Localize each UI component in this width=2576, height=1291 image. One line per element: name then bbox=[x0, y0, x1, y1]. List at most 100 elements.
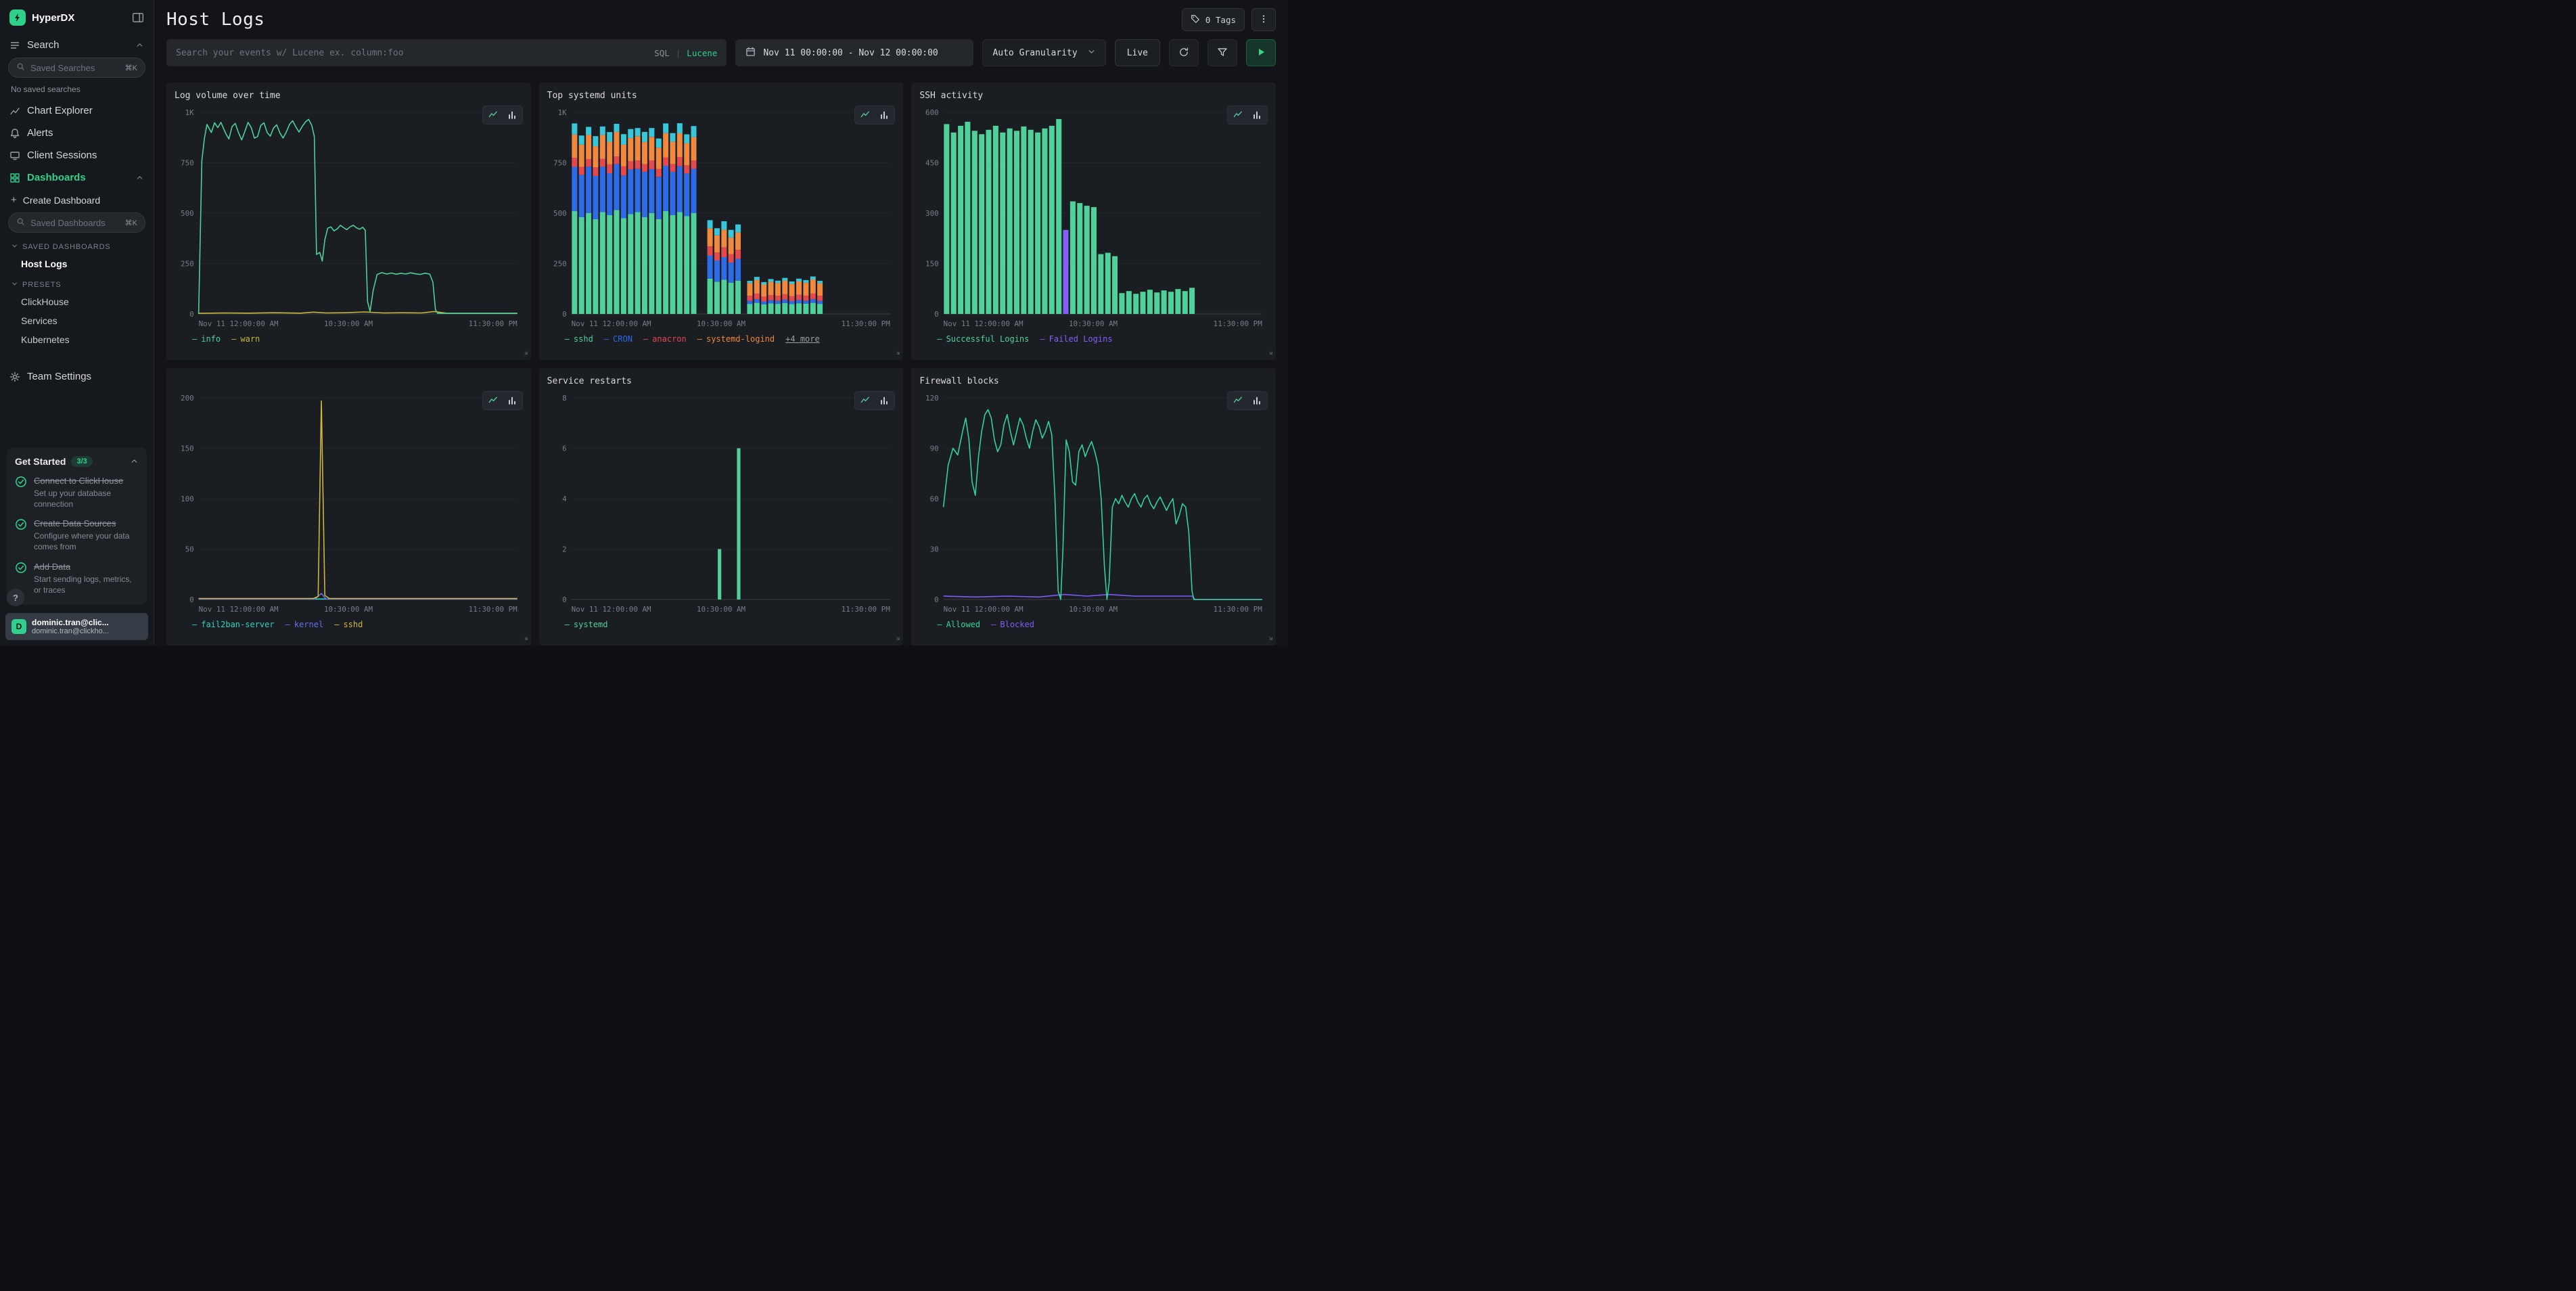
plus-icon: + bbox=[11, 194, 17, 206]
tags-button[interactable]: 0 Tags bbox=[1182, 8, 1245, 31]
svg-text:Nov 11 12:00:00 AM: Nov 11 12:00:00 AM bbox=[199, 605, 279, 614]
preset-kubernetes[interactable]: Kubernetes bbox=[0, 330, 154, 349]
check-circle-icon bbox=[15, 518, 27, 530]
get-started-item-desc: Configure where your data comes from bbox=[34, 530, 139, 552]
saved-dashboards-section-header[interactable]: SAVED DASHBOARDS bbox=[0, 235, 154, 254]
resize-handle-icon[interactable] bbox=[521, 346, 528, 359]
line-chart-icon[interactable] bbox=[1229, 393, 1247, 408]
chart-type-toggle[interactable] bbox=[854, 391, 895, 410]
svg-text:11:30:00 PM: 11:30:00 PM bbox=[469, 605, 518, 614]
sidebar-item-alerts[interactable]: Alerts bbox=[0, 122, 154, 144]
svg-text:10:30:00 AM: 10:30:00 AM bbox=[1069, 605, 1118, 614]
legend-more-link[interactable]: +4 more bbox=[785, 334, 820, 344]
chart-type-toggle[interactable] bbox=[854, 106, 895, 124]
get-started-item[interactable]: Add DataStart sending logs, metrics, or … bbox=[15, 562, 139, 595]
presets-section-header[interactable]: PRESETS bbox=[0, 273, 154, 292]
get-started-item[interactable]: Create Data SourcesConfigure where your … bbox=[15, 518, 139, 552]
bar-chart-icon[interactable] bbox=[1248, 108, 1266, 122]
granularity-select[interactable]: Auto Granularity bbox=[982, 39, 1105, 66]
svg-text:120: 120 bbox=[925, 394, 939, 403]
svg-text:10:30:00 AM: 10:30:00 AM bbox=[324, 605, 373, 614]
preset-services[interactable]: Services bbox=[0, 311, 154, 330]
user-account-button[interactable]: D dominic.tran@clic... dominic.tran@clic… bbox=[5, 613, 148, 640]
resize-handle-icon[interactable] bbox=[893, 632, 900, 644]
date-range-button[interactable]: Nov 11 00:00:00 - Nov 12 00:00:00 bbox=[735, 39, 973, 66]
logo-text: HyperDX bbox=[32, 12, 126, 24]
get-started-card: Get Started 3/3 Connect to ClickHouseSet… bbox=[7, 448, 147, 605]
chart-title: Top systemd units bbox=[547, 91, 896, 101]
chart-title: Service restarts bbox=[547, 376, 896, 387]
line-chart-icon[interactable] bbox=[1229, 108, 1247, 122]
bar-chart-icon[interactable] bbox=[1248, 393, 1266, 408]
presets-list: ClickHouseServicesKubernetes bbox=[0, 292, 154, 349]
sidebar-item-chart-explorer[interactable]: Chart Explorer bbox=[0, 99, 154, 122]
chart-legend: —fail2ban-server—kernel—sshd bbox=[175, 620, 523, 629]
avatar: D bbox=[12, 619, 26, 634]
refresh-button[interactable] bbox=[1169, 39, 1199, 66]
legend-item: —sshd bbox=[565, 334, 593, 344]
svg-text:11:30:00 PM: 11:30:00 PM bbox=[841, 605, 890, 614]
chart-type-toggle[interactable] bbox=[1227, 106, 1268, 124]
search-icon bbox=[16, 62, 25, 73]
svg-text:600: 600 bbox=[925, 108, 939, 117]
chart-title: Firewall blocks bbox=[919, 376, 1268, 387]
help-button[interactable]: ? bbox=[7, 589, 24, 606]
get-started-item-title: Add Data bbox=[34, 562, 139, 572]
bar-chart-icon[interactable] bbox=[503, 393, 521, 408]
sidebar-item-dashboards[interactable]: Dashboards bbox=[0, 166, 154, 189]
sidebar-item-label: Dashboards bbox=[27, 172, 86, 183]
svg-text:6: 6 bbox=[562, 444, 567, 453]
sidebar-item-search[interactable]: Search bbox=[0, 34, 154, 56]
sidebar-item-client-sessions[interactable]: Client Sessions bbox=[0, 144, 154, 166]
line-chart-icon[interactable] bbox=[484, 393, 502, 408]
svg-text:0: 0 bbox=[934, 310, 939, 319]
legend-item: —Blocked bbox=[991, 620, 1034, 629]
sql-toggle[interactable]: SQL bbox=[654, 48, 670, 58]
get-started-item[interactable]: Connect to ClickHouseSet up your databas… bbox=[15, 476, 139, 509]
get-started-item-text: Connect to ClickHouseSet up your databas… bbox=[34, 476, 139, 509]
get-started-item-text: Add DataStart sending logs, metrics, or … bbox=[34, 562, 139, 595]
resize-handle-icon[interactable] bbox=[1266, 632, 1273, 644]
bar-chart-icon[interactable] bbox=[503, 108, 521, 122]
create-dashboard-button[interactable]: + Create Dashboard bbox=[0, 189, 154, 211]
line-chart-icon[interactable] bbox=[856, 393, 874, 408]
bar-chart-icon[interactable] bbox=[875, 393, 893, 408]
line-chart-icon[interactable] bbox=[856, 108, 874, 122]
run-query-button[interactable] bbox=[1246, 39, 1276, 66]
grid-icon bbox=[9, 173, 20, 183]
saved-searches-input[interactable]: Saved Searches ⌘K bbox=[8, 58, 145, 78]
get-started-header[interactable]: Get Started 3/3 bbox=[15, 456, 139, 467]
chart-legend: —info—warn bbox=[175, 334, 523, 344]
line-chart-icon[interactable] bbox=[484, 108, 502, 122]
svg-text:0: 0 bbox=[562, 595, 567, 604]
bar-chart-icon[interactable] bbox=[875, 108, 893, 122]
chart-type-toggle[interactable] bbox=[482, 391, 523, 410]
no-saved-searches-text: No saved searches bbox=[0, 81, 154, 99]
resize-handle-icon[interactable] bbox=[1266, 346, 1273, 359]
check-circle-icon bbox=[15, 476, 27, 488]
chart-legend: —Successful Logins—Failed Logins bbox=[919, 334, 1268, 344]
get-started-title: Get Started bbox=[15, 456, 66, 467]
lucene-toggle[interactable]: Lucene bbox=[687, 48, 717, 58]
chart-legend: —systemd bbox=[547, 620, 896, 629]
charts-grid: Log volume over time02505007501KNov 11 1… bbox=[154, 74, 1288, 646]
sidebar-item-team-settings[interactable]: Team Settings bbox=[0, 365, 154, 388]
svg-text:10:30:00 AM: 10:30:00 AM bbox=[697, 319, 745, 328]
saved-dashboard-host-logs[interactable]: Host Logs bbox=[0, 254, 154, 273]
saved-dashboards-input[interactable]: Saved Dashboards ⌘K bbox=[8, 212, 145, 233]
chart-type-toggle[interactable] bbox=[1227, 391, 1268, 410]
sidebar-collapse-icon[interactable] bbox=[132, 12, 144, 24]
svg-text:11:30:00 PM: 11:30:00 PM bbox=[469, 319, 518, 328]
app: HyperDX Search Saved Searches ⌘K No save… bbox=[0, 0, 1288, 646]
preset-clickhouse[interactable]: ClickHouse bbox=[0, 292, 154, 311]
section-label: SAVED DASHBOARDS bbox=[22, 243, 111, 251]
live-button[interactable]: Live bbox=[1115, 39, 1160, 66]
svg-text:10:30:00 AM: 10:30:00 AM bbox=[1069, 319, 1118, 328]
chart-type-toggle[interactable] bbox=[482, 106, 523, 124]
filter-button[interactable] bbox=[1208, 39, 1237, 66]
resize-handle-icon[interactable] bbox=[521, 632, 528, 644]
kebab-icon bbox=[1259, 14, 1268, 26]
event-search-input[interactable]: Search your events w/ Lucene ex. column:… bbox=[166, 39, 727, 66]
resize-handle-icon[interactable] bbox=[893, 346, 900, 359]
more-menu-button[interactable] bbox=[1251, 8, 1276, 31]
